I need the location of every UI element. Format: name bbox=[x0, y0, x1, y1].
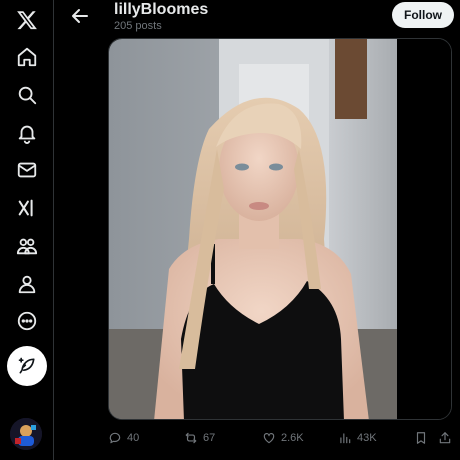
more-icon[interactable] bbox=[7, 301, 47, 341]
post-actions: 40 67 2.6K 43K bbox=[100, 428, 460, 448]
repost-button[interactable]: 67 bbox=[184, 428, 215, 448]
reply-button[interactable]: 40 bbox=[108, 428, 139, 448]
photo-image bbox=[109, 39, 451, 419]
repost-icon bbox=[185, 432, 197, 444]
post-photo[interactable] bbox=[108, 38, 452, 420]
reply-count: 40 bbox=[127, 432, 140, 444]
avatar[interactable] bbox=[10, 418, 42, 450]
post-count: 205 posts bbox=[114, 20, 162, 32]
back-arrow-icon[interactable] bbox=[68, 4, 92, 28]
views-button[interactable]: 43K bbox=[338, 428, 377, 448]
bookmark-button[interactable] bbox=[414, 428, 428, 448]
post-button[interactable] bbox=[7, 346, 47, 386]
like-count: 2.6K bbox=[281, 432, 304, 444]
profile-name: lillyBloomes bbox=[114, 1, 209, 18]
share-icon bbox=[439, 432, 451, 444]
bell-icon[interactable] bbox=[7, 113, 47, 153]
sidebar bbox=[0, 0, 54, 460]
follow-button[interactable]: Follow bbox=[392, 2, 454, 28]
view-count: 43K bbox=[357, 432, 377, 444]
like-button[interactable]: 2.6K bbox=[262, 428, 304, 448]
share-button[interactable] bbox=[438, 428, 452, 448]
feather-icon bbox=[18, 357, 35, 374]
search-icon[interactable] bbox=[7, 75, 47, 115]
x-logo-icon[interactable] bbox=[7, 0, 47, 40]
profile-icon[interactable] bbox=[7, 264, 47, 304]
home-icon[interactable] bbox=[7, 37, 47, 77]
grok-icon[interactable] bbox=[7, 188, 47, 228]
views-icon bbox=[340, 433, 351, 444]
heart-icon bbox=[263, 433, 275, 444]
reply-icon bbox=[109, 432, 121, 444]
repost-count: 67 bbox=[203, 432, 216, 444]
mail-icon[interactable] bbox=[7, 150, 47, 190]
profile-header: lillyBloomes 205 posts Follow bbox=[60, 0, 460, 34]
bookmark-icon bbox=[416, 432, 426, 444]
communities-icon[interactable] bbox=[7, 226, 47, 266]
